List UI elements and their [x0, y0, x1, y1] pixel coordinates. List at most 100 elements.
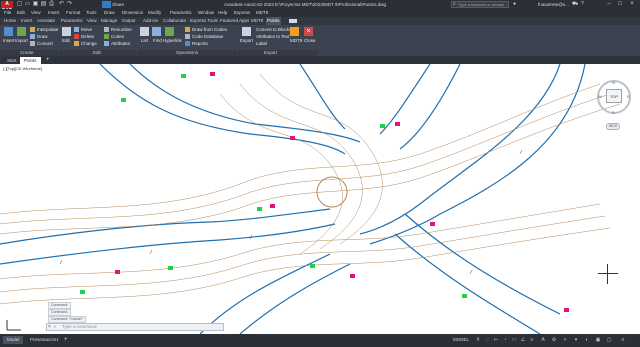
add-layout-icon[interactable]: +: [64, 336, 68, 344]
new-icon[interactable]: ▢: [16, 1, 23, 8]
doc-tab-points[interactable]: Points: [20, 57, 41, 64]
tab-parametric[interactable]: Parametric: [60, 17, 84, 25]
clean-screen-icon[interactable]: ▢: [606, 337, 612, 343]
renumber-icon[interactable]: [104, 27, 109, 32]
user-icon[interactable]: ●: [513, 1, 516, 8]
convert-button[interactable]: Convert: [37, 41, 53, 46]
lineweight-icon[interactable]: ≡: [529, 337, 535, 343]
tab-mdt9[interactable]: MDT9: [250, 17, 264, 25]
tab-manage[interactable]: Manage: [100, 17, 118, 25]
change-icon[interactable]: [74, 41, 79, 46]
list-icon[interactable]: [140, 27, 149, 36]
draw-icon[interactable]: [30, 34, 35, 39]
tab-annotate[interactable]: Annotate: [36, 17, 56, 25]
share-icon[interactable]: [102, 1, 111, 8]
mdt9-button[interactable]: MDT9: [290, 38, 302, 43]
export-icon[interactable]: [242, 27, 251, 36]
command-prompt-icon[interactable]: ›: [54, 323, 56, 331]
plot-icon[interactable]: ⎙: [48, 1, 55, 8]
cart-icon[interactable]: ⛟: [572, 1, 578, 8]
interpolate-button[interactable]: Interpolate: [37, 27, 58, 32]
insert-button[interactable]: Insert: [3, 38, 14, 43]
mdt9-icon[interactable]: [290, 27, 299, 36]
otrack-icon[interactable]: ∠: [520, 337, 526, 343]
interpolate-icon[interactable]: [30, 27, 35, 32]
find-button[interactable]: Find: [153, 38, 162, 43]
polar-icon[interactable]: ◔: [502, 337, 508, 343]
isolate-icon[interactable]: ◐: [584, 337, 590, 343]
grid-icon[interactable]: #: [475, 337, 481, 343]
code-database-icon[interactable]: [185, 34, 190, 39]
draw-button[interactable]: Draw: [37, 34, 48, 39]
tab-express-tools[interactable]: Express Tools: [189, 17, 219, 25]
tab-insert[interactable]: Insert: [20, 17, 33, 25]
tab-collaborate[interactable]: Collaborate: [162, 17, 187, 25]
new-tab-icon[interactable]: +: [46, 57, 50, 64]
delete-button[interactable]: Delete: [81, 34, 94, 39]
move-button[interactable]: Move: [81, 27, 92, 32]
drawing-canvas[interactable]: [0, 63, 640, 335]
reports-icon[interactable]: [185, 41, 190, 46]
hyperlink-icon[interactable]: [165, 27, 174, 36]
tab-view[interactable]: View: [86, 17, 98, 25]
change-button[interactable]: Change: [81, 41, 97, 46]
wcs-menu[interactable]: WCS: [606, 123, 620, 130]
tab-add-ins[interactable]: Add-ins: [142, 17, 159, 25]
annotation-scale-icon[interactable]: A: [540, 337, 546, 343]
list-button[interactable]: List: [141, 38, 148, 43]
import-button[interactable]: Import: [15, 38, 28, 43]
viewport-controls[interactable]: [-][Top][2D Wireframe]: [3, 66, 42, 71]
model-space-indicator[interactable]: MODEL: [453, 336, 469, 344]
reports-button[interactable]: Reports: [192, 41, 208, 46]
app-logo[interactable]: A CAD: [1, 1, 13, 14]
convert-icon[interactable]: [30, 41, 35, 46]
tab-output[interactable]: Output: [121, 17, 137, 25]
redo-icon[interactable]: ↷: [66, 1, 73, 8]
menu-file[interactable]: File: [4, 9, 11, 17]
command-input[interactable]: Type a command: [62, 323, 97, 331]
close-icon[interactable]: ×: [304, 27, 313, 36]
menu-mdt9[interactable]: MDT9: [256, 9, 268, 17]
menu-help[interactable]: Help: [218, 9, 227, 17]
attributes-button[interactable]: Attributes: [111, 41, 130, 46]
insert-point-icon[interactable]: [4, 27, 13, 36]
compass-west[interactable]: W: [598, 94, 602, 99]
compass-north[interactable]: N: [612, 80, 615, 85]
move-icon[interactable]: [74, 27, 79, 32]
doc-tab-start[interactable]: Start: [3, 57, 21, 64]
customize-icon[interactable]: ≡: [620, 337, 626, 343]
minimize-icon[interactable]: –: [604, 0, 614, 9]
menu-dimension[interactable]: Dimension: [122, 9, 143, 17]
menu-view[interactable]: View: [31, 9, 41, 17]
convert-to-blocks-button[interactable]: Convert to Blocks: [256, 27, 291, 32]
open-icon[interactable]: ▭: [24, 1, 31, 8]
menu-format[interactable]: Format: [66, 9, 80, 17]
draw-from-codes-button[interactable]: Draw from Codes: [192, 27, 227, 32]
save-as-icon[interactable]: ▤: [40, 1, 47, 8]
menu-tools[interactable]: Tools: [86, 9, 97, 17]
search-input[interactable]: Type a keyword or phrase: [451, 1, 509, 8]
code-database-button[interactable]: Code Database: [192, 34, 223, 39]
undo-icon[interactable]: ↶: [58, 1, 65, 8]
edit-icon[interactable]: [62, 27, 71, 36]
find-icon[interactable]: [152, 27, 161, 36]
viewcube-top-face[interactable]: TOP: [606, 89, 622, 103]
layout-tab[interactable]: Presentación1: [26, 336, 63, 344]
compass-east[interactable]: E: [627, 94, 630, 99]
menu-draw[interactable]: Draw: [104, 9, 115, 17]
attributes-icon[interactable]: [104, 41, 109, 46]
menu-edit[interactable]: Edit: [17, 9, 25, 17]
compass-south[interactable]: S: [612, 110, 615, 115]
renumber-button[interactable]: Renumber: [111, 27, 132, 32]
attributes-to-text-button[interactable]: Attributes to Text: [256, 34, 289, 39]
close-button[interactable]: Close: [304, 38, 316, 43]
delete-icon[interactable]: [74, 34, 79, 39]
workspace-icon[interactable]: ⚙: [551, 337, 557, 343]
save-icon[interactable]: ▣: [32, 1, 39, 8]
import-icon[interactable]: [17, 27, 26, 36]
command-close-icon[interactable]: ×: [48, 323, 51, 331]
annotation-monitor-icon[interactable]: +: [562, 337, 568, 343]
osnap-icon[interactable]: □: [511, 337, 517, 343]
snap-icon[interactable]: ∷: [484, 337, 490, 343]
draw-from-codes-icon[interactable]: [185, 27, 190, 32]
